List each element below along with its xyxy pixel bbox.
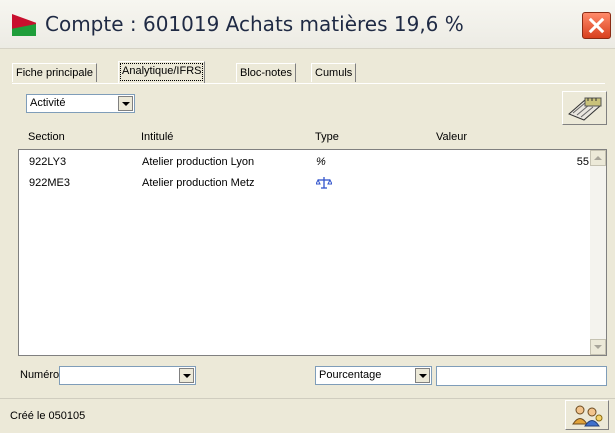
- chevron-down-icon[interactable]: [179, 368, 194, 383]
- scroll-down-button[interactable]: [590, 339, 606, 355]
- numero-select[interactable]: [59, 366, 196, 385]
- filter-select[interactable]: Activité: [26, 94, 135, 113]
- distribution-button[interactable]: [562, 91, 607, 125]
- scroll-up-button[interactable]: [590, 150, 606, 166]
- users-icon: [572, 405, 603, 427]
- tab-panel-border: [12, 83, 605, 84]
- filter-select-value: Activité: [30, 97, 66, 109]
- column-header-type[interactable]: Type: [315, 131, 339, 143]
- row-section: 922ME3: [29, 177, 70, 189]
- chevron-down-icon[interactable]: [415, 368, 430, 383]
- percent-icon: %: [316, 156, 326, 168]
- type-select-value: Pourcentage: [319, 369, 382, 381]
- tab-fiche-principale[interactable]: Fiche principale: [12, 63, 98, 82]
- tab-analytique-ifrs[interactable]: Analytique/IFRS: [118, 61, 206, 83]
- column-header-valeur[interactable]: Valeur: [436, 131, 467, 143]
- numero-label: Numéro: [20, 369, 60, 381]
- status-bar: Créé le 050105: [0, 398, 615, 433]
- created-date-label: Créé le 050105: [10, 410, 86, 422]
- close-button[interactable]: [582, 12, 611, 39]
- column-header-section[interactable]: Section: [28, 131, 65, 143]
- user-button[interactable]: [565, 400, 609, 430]
- balance-scale-icon: [315, 176, 333, 197]
- row-section: 922LY3: [29, 156, 67, 168]
- row-intitule: Atelier production Lyon: [142, 156, 255, 168]
- table-row[interactable]: 922ME3 Atelier production Metz: [19, 173, 591, 193]
- tab-bloc-notes[interactable]: Bloc-notes: [236, 63, 296, 82]
- title-bar: Compte : 601019 Achats matières 19,6 %: [0, 0, 615, 49]
- list-scrollbar[interactable]: [590, 150, 606, 355]
- keyboard-ruler-icon: [568, 97, 602, 121]
- type-select[interactable]: Pourcentage: [315, 366, 432, 385]
- row-valeur: 55: [576, 156, 589, 168]
- window-title: Compte : 601019 Achats matières 19,6 %: [45, 12, 464, 36]
- account-window: Compte : 601019 Achats matières 19,6 % F…: [0, 0, 615, 432]
- tab-cumuls[interactable]: Cumuls: [311, 63, 357, 82]
- section-list[interactable]: 922LY3 Atelier production Lyon % 55 922M…: [18, 149, 607, 356]
- row-intitule: Atelier production Metz: [142, 177, 255, 189]
- table-row[interactable]: 922LY3 Atelier production Lyon % 55: [19, 152, 591, 172]
- chevron-down-icon[interactable]: [118, 96, 133, 111]
- column-header-intitule[interactable]: Intitulé: [141, 131, 173, 143]
- value-input[interactable]: [436, 366, 607, 386]
